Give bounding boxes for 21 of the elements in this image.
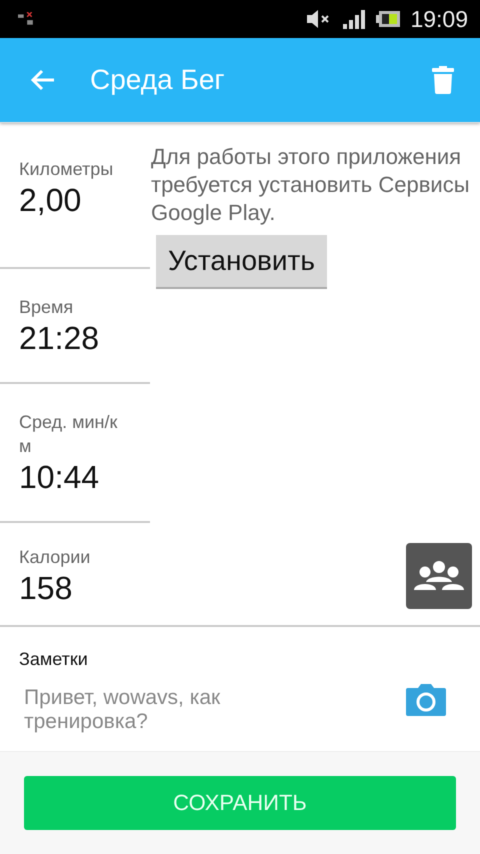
- signal-icon: [342, 9, 366, 29]
- people-icon: [414, 560, 464, 592]
- play-services-message: Для работы этого приложения требуется установить Сервисы Google Play.: [151, 143, 471, 227]
- stat-value: 10:44: [19, 458, 100, 496]
- clock: 19:09: [410, 6, 468, 32]
- camera-icon[interactable]: [406, 684, 446, 716]
- stat-label: Время: [19, 296, 74, 319]
- trash-icon[interactable]: [432, 66, 454, 94]
- stat-value: 2,00: [19, 181, 82, 219]
- back-icon[interactable]: [30, 68, 56, 92]
- stat-value: 158: [19, 569, 74, 607]
- stat-label: Километры: [19, 158, 114, 181]
- stat-label: Сред. мин/км: [19, 411, 118, 458]
- stat-label: Калории: [19, 546, 92, 569]
- notification-icon: [18, 12, 34, 26]
- group-button[interactable]: [406, 543, 472, 609]
- screen-title: Среда Бег: [90, 64, 226, 96]
- stat-value: 21:28: [19, 319, 100, 357]
- install-button[interactable]: Установить: [156, 235, 327, 289]
- notes-label: Заметки: [19, 649, 89, 670]
- battery-icon: [376, 11, 400, 27]
